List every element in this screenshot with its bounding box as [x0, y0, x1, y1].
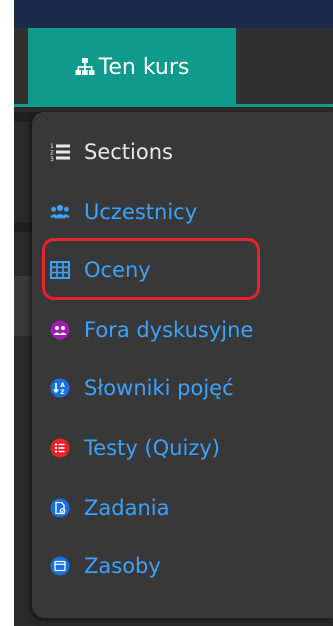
- menu-item-label: Uczestnicy: [84, 200, 198, 224]
- menu-item-label: Zasoby: [84, 554, 161, 578]
- tab-label: Ten kurs: [98, 54, 190, 80]
- highlight-annotation: [42, 238, 260, 300]
- svg-text:A: A: [60, 382, 65, 389]
- menu-item-testy-quizy[interactable]: Testy (Quizy): [50, 428, 220, 468]
- glossary-icon: A Z: [50, 378, 70, 398]
- forum-icon: [50, 320, 70, 340]
- course-dropdown-menu: [32, 112, 333, 618]
- menu-item-sections[interactable]: 1 2 3 Sections: [50, 132, 173, 172]
- svg-text:3: 3: [50, 156, 54, 162]
- tab-ten-kurs[interactable]: Ten kurs: [28, 28, 236, 106]
- menu-item-label: Fora dyskusyjne: [84, 318, 254, 342]
- tab-underline: [14, 104, 333, 107]
- menu-item-zasoby[interactable]: Zasoby: [50, 546, 161, 586]
- menu-item-label: Testy (Quizy): [84, 436, 220, 460]
- resource-icon: [50, 556, 70, 576]
- menu-item-fora-dyskusyjne[interactable]: Fora dyskusyjne: [50, 310, 253, 350]
- menu-item-label: Słowniki pojęć: [84, 376, 234, 400]
- top-strip: [14, 0, 333, 28]
- assignment-icon: [50, 498, 70, 518]
- numbered-list-icon: 1 2 3: [50, 142, 70, 162]
- menu-item-slowniki-pojec[interactable]: A Z Słowniki pojęć: [50, 368, 234, 408]
- menu-item-uczestnicy[interactable]: Uczestnicy: [50, 192, 197, 232]
- menu-item-label: Sections: [84, 140, 173, 164]
- menu-item-label: Zadania: [84, 496, 170, 520]
- svg-text:Z: Z: [60, 389, 65, 396]
- quiz-icon: [50, 438, 70, 458]
- sitemap-icon: [75, 57, 95, 77]
- menu-item-zadania[interactable]: Zadania: [50, 488, 169, 528]
- users-icon: [50, 202, 70, 222]
